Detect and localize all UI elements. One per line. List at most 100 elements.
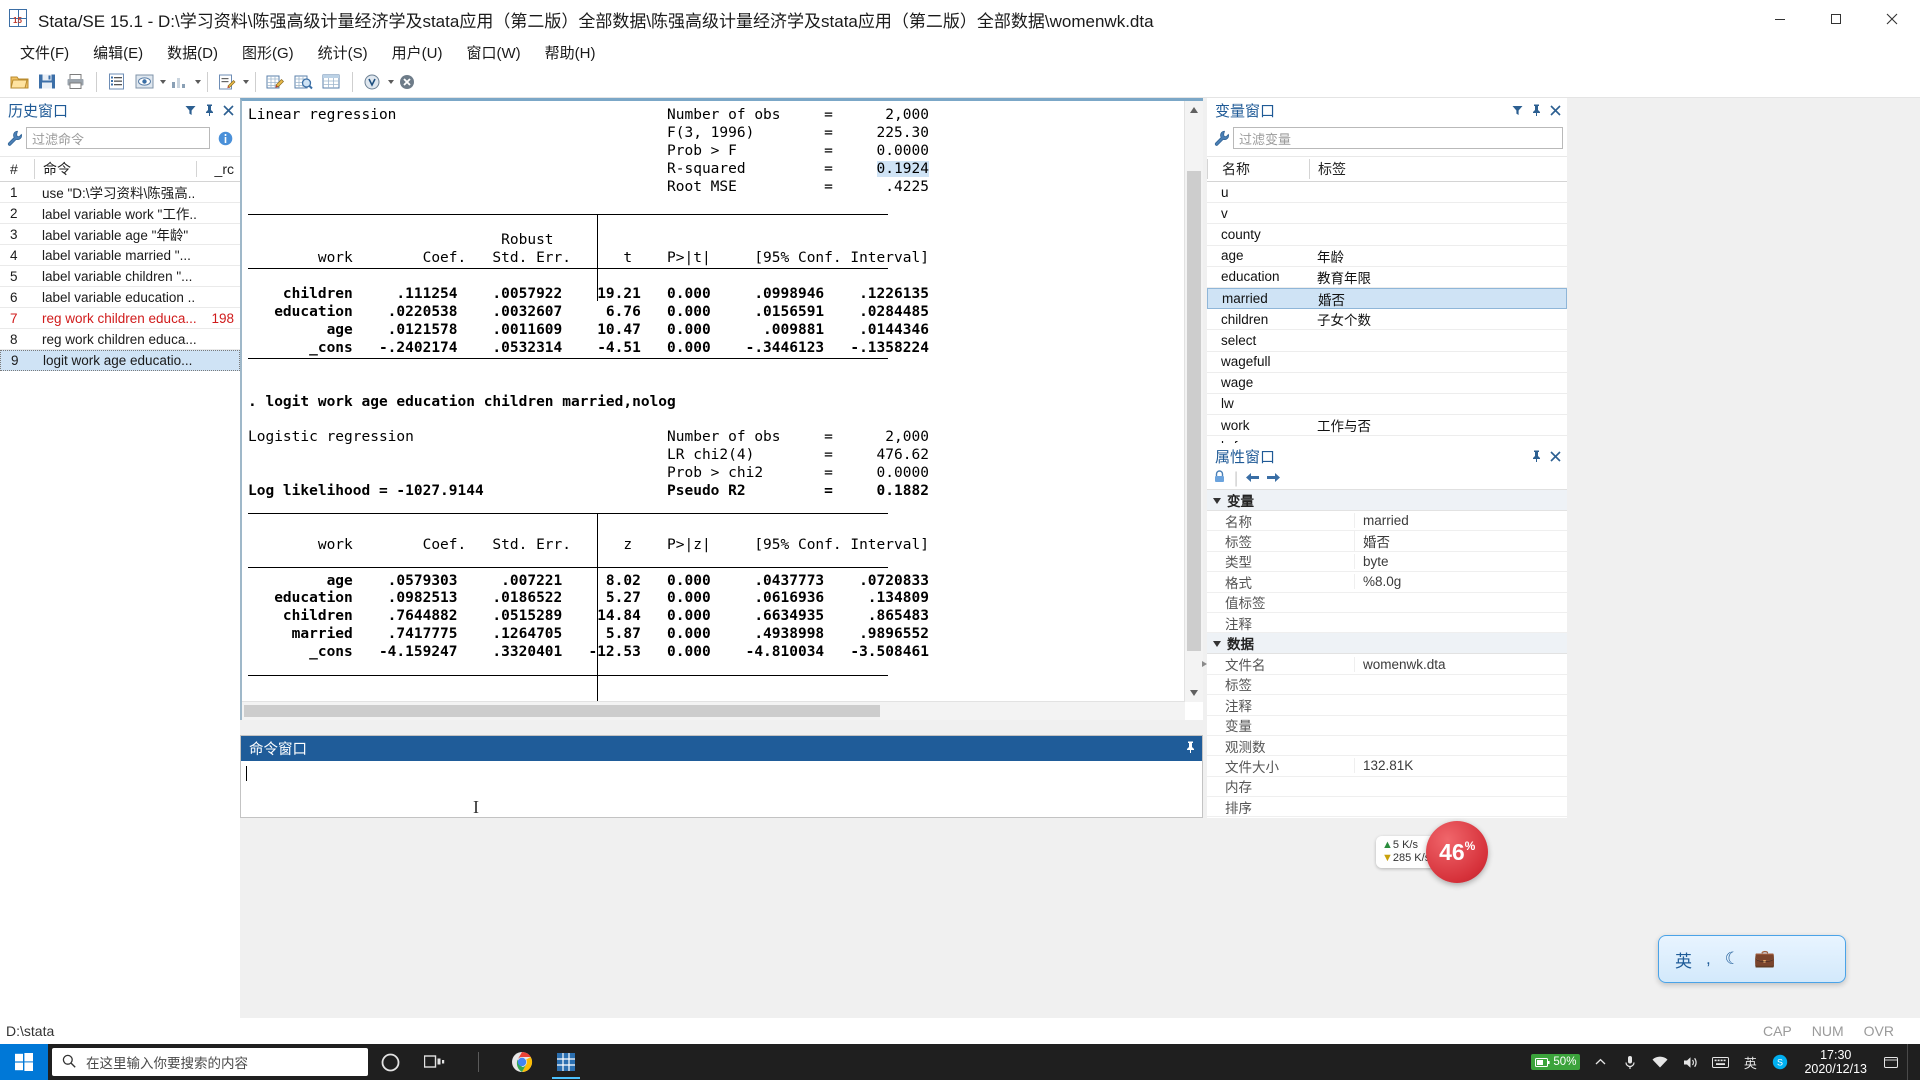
history-pin-icon[interactable] [201,102,217,118]
property-row[interactable]: 排序 [1207,797,1567,818]
history-row[interactable]: 3 label variable age "年龄" [0,224,240,245]
menu-statistics[interactable]: 统计(S) [306,39,380,66]
menu-graphics[interactable]: 图形(G) [230,39,306,66]
close-button[interactable] [1864,0,1920,38]
break-icon[interactable] [359,70,385,94]
history-row[interactable]: 7 reg work children educa... 198 [0,308,240,329]
command-window-pin-icon[interactable] [1185,741,1196,757]
wrench-icon[interactable] [4,127,26,149]
do-editor-icon[interactable] [214,70,240,94]
property-group-header[interactable]: 数据 [1207,633,1567,655]
open-icon[interactable] [6,70,32,94]
toolbox-icon[interactable]: 💼 [1754,949,1775,969]
variables-close-icon[interactable] [1547,102,1563,118]
scroll-up-icon[interactable] [1185,101,1203,119]
chrome-icon[interactable] [500,1044,544,1080]
properties-pin-icon[interactable] [1528,448,1544,464]
variables-manager-icon[interactable] [318,70,344,94]
log-icon[interactable] [103,70,129,94]
ime-mode-button[interactable]: 英 [1675,947,1692,972]
variable-row[interactable]: lw [1207,394,1567,416]
property-row[interactable]: 格式 %8.0g [1207,572,1567,593]
property-row[interactable]: 变量 [1207,716,1567,736]
property-row[interactable]: 内存 [1207,777,1567,798]
wifi-icon[interactable] [1646,1044,1674,1080]
variable-row[interactable]: wagefull [1207,352,1567,373]
lock-icon[interactable] [1213,470,1226,488]
print-icon[interactable] [62,70,88,94]
notification-icon[interactable] [1877,1044,1905,1080]
history-row[interactable]: 9 logit work age educatio... [0,350,240,371]
variables-pin-icon[interactable] [1528,102,1544,118]
menu-help[interactable]: 帮助(H) [533,39,608,66]
taskbar-clock[interactable]: 17:30 2020/12/13 [1796,1048,1875,1076]
variable-row[interactable]: county [1207,224,1567,246]
menu-window[interactable]: 窗口(W) [454,39,532,66]
history-filter-icon[interactable] [182,102,198,118]
variable-row[interactable]: wage [1207,373,1567,394]
property-row[interactable]: 注释 [1207,695,1567,716]
arrow-left-icon[interactable] [1246,470,1260,488]
variable-row[interactable]: u [1207,182,1567,204]
results-output[interactable]: Linear regression Number of obs = 2,000 … [242,101,1185,702]
wrench-icon[interactable] [1211,127,1233,149]
do-editor-dropdown-icon[interactable] [243,79,249,84]
variable-row[interactable]: married 婚否 [1207,287,1567,310]
data-editor-browse-icon[interactable] [290,70,316,94]
property-row[interactable]: 值标签 [1207,593,1567,613]
variables-filter-icon[interactable] [1509,102,1525,118]
ime-toolbar[interactable]: 英 , ☾ 💼 [1658,935,1846,983]
property-row[interactable]: 标签 [1207,675,1567,696]
history-row[interactable]: 2 label variable work "工作... [0,203,240,224]
history-row[interactable]: 6 label variable education ... [0,287,240,308]
variables-filter-input[interactable]: 过滤变量 [1233,127,1563,149]
vertical-scroll-thumb[interactable] [1187,171,1201,651]
property-row[interactable]: 标签 婚否 [1207,531,1567,552]
property-row[interactable]: 文件名 womenwk.dta [1202,654,1567,675]
history-row[interactable]: 1 use "D:\学习资料\陈强高... [0,182,240,203]
command-input[interactable]: I [241,761,1202,817]
chevron-up-icon[interactable] [1586,1044,1614,1080]
property-row[interactable]: 名称 married [1207,511,1567,532]
property-row[interactable]: 注释 [1207,613,1567,634]
menu-data[interactable]: 数据(D) [155,39,230,66]
comma-icon[interactable]: , [1706,949,1711,969]
variable-row[interactable]: select [1207,330,1567,352]
variable-row[interactable]: v [1207,203,1567,225]
history-row[interactable]: 5 label variable children "... [0,266,240,287]
variable-row[interactable]: work 工作与否 [1207,415,1567,437]
menu-user[interactable]: 用户(U) [380,39,455,66]
microphone-icon[interactable] [1616,1044,1644,1080]
variable-row[interactable]: children 子女个数 [1207,309,1567,331]
property-group-header[interactable]: 变量 [1207,490,1567,511]
data-editor-edit-icon[interactable] [262,70,288,94]
network-speed-widget[interactable]: ▲5 K/s ▼285 K/s 46 % [1376,821,1540,883]
viewer-icon[interactable] [131,70,157,94]
cortana-icon[interactable] [368,1044,412,1080]
taskbar-search-input[interactable]: 在这里输入你要搜索的内容 [52,1048,368,1076]
skype-icon[interactable]: S [1766,1044,1794,1080]
graph-dropdown-icon[interactable] [195,79,201,84]
history-filter-input[interactable]: 过滤命令 [26,127,210,149]
keyboard-icon[interactable] [1706,1044,1734,1080]
stop-icon[interactable] [394,70,420,94]
maximize-button[interactable] [1808,0,1864,38]
battery-status[interactable]: 50% [1531,1054,1581,1070]
properties-close-icon[interactable] [1547,448,1563,464]
property-row[interactable]: 类型 byte [1207,552,1567,573]
horizontal-scroll-thumb[interactable] [244,705,880,717]
property-row[interactable]: 文件大小 132.81K [1207,756,1567,777]
task-view-icon[interactable] [412,1044,456,1080]
info-icon[interactable] [214,127,236,149]
variable-row[interactable]: age 年龄 [1207,246,1567,267]
minimize-button[interactable] [1752,0,1808,38]
scroll-down-icon[interactable] [1185,684,1203,702]
arrow-right-icon[interactable] [1267,470,1281,488]
save-icon[interactable] [34,70,60,94]
menu-edit[interactable]: 编辑(E) [81,39,155,66]
windows-start-icon[interactable] [0,1044,48,1080]
menu-file[interactable]: 文件(F) [8,39,81,66]
moon-icon[interactable]: ☾ [1725,949,1740,969]
results-horizontal-scrollbar[interactable] [242,701,1185,720]
show-desktop-button[interactable] [1907,1044,1916,1080]
